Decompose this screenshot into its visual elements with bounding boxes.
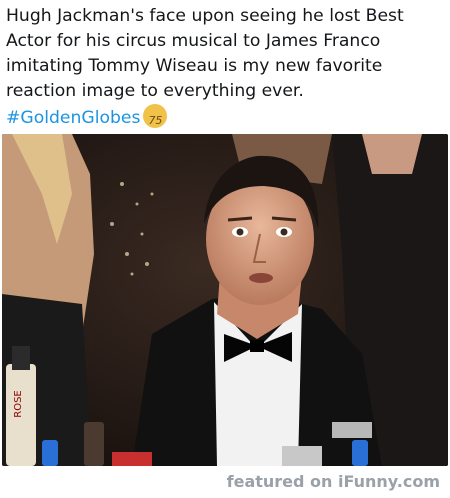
tweet-line: Actor for his circus musical to James Fr… — [6, 31, 381, 51]
golden-globes-emoji-icon: 75 — [143, 104, 168, 128]
tweet-line: Hugh Jackman's face upon seeing he lost … — [6, 6, 404, 26]
ifunny-watermark: featured on iFunny.com — [227, 472, 440, 491]
tweet-text: Hugh Jackman's face upon seeing he lost … — [6, 4, 446, 131]
featured-text: featured on — [226, 472, 333, 491]
tweet-line: imitating Tommy Wiseau is my new favorit… — [6, 56, 383, 76]
attached-photo[interactable]: ROSE — [2, 134, 448, 466]
tweet-line: reaction image to everything ever. — [6, 81, 304, 101]
photo-illustration: ROSE — [2, 134, 448, 466]
brand-text: iFunny.com — [338, 472, 440, 491]
watermark-bar: featured on iFunny.com — [0, 466, 450, 498]
badge-text: 75 — [148, 114, 163, 127]
tweet-card: Hugh Jackman's face upon seeing he lost … — [0, 0, 450, 498]
bottle-label: ROSE — [13, 390, 24, 418]
hashtag-link[interactable]: #GoldenGlobes — [6, 108, 140, 128]
hashtag-line: #GoldenGlobes 75 — [6, 104, 446, 131]
